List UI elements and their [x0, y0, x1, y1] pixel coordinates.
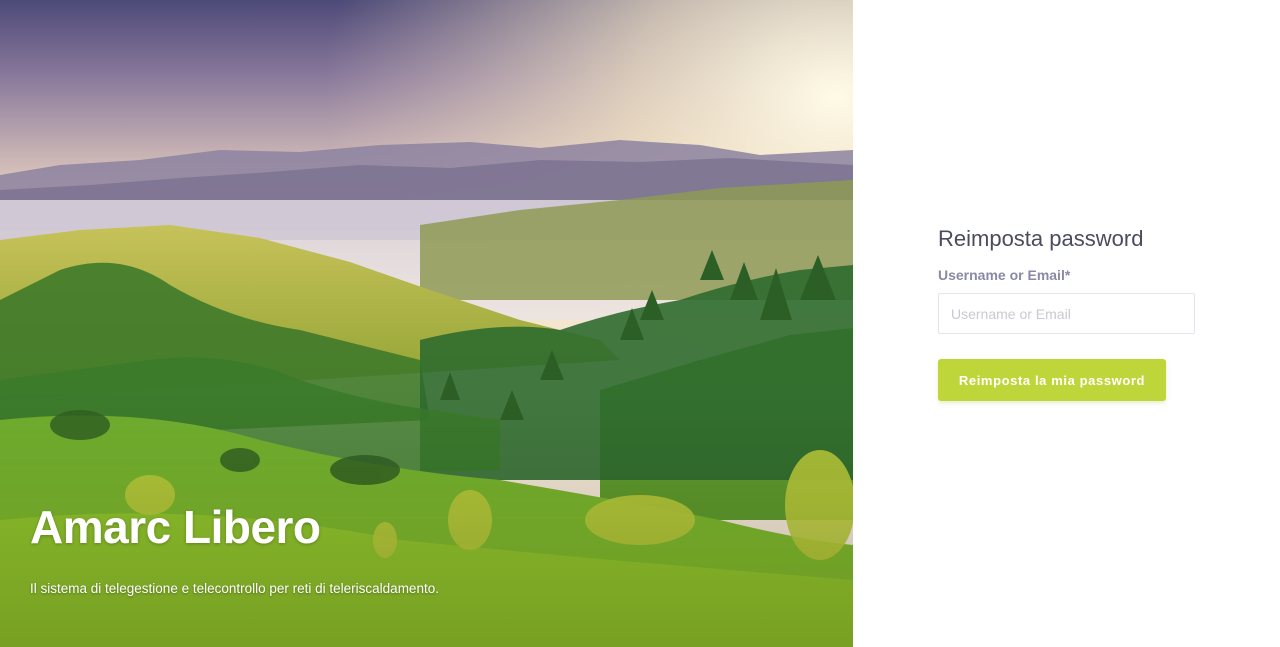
reset-password-button[interactable]: Reimposta la mia password	[938, 359, 1166, 401]
form-title: Reimposta password	[938, 226, 1144, 251]
hero-title: Amarc Libero	[30, 501, 321, 553]
username-label: Username or Email*	[938, 267, 1071, 283]
reset-password-form: Reimposta password Username or Email* Re…	[938, 226, 1195, 401]
username-email-input[interactable]	[938, 293, 1195, 334]
hero-panel: Amarc Libero Il sistema di telegestione …	[0, 0, 853, 647]
login-panel: Reimposta password Username or Email* Re…	[853, 0, 1280, 647]
hero-subtitle: Il sistema di telegestione e telecontrol…	[30, 581, 439, 596]
